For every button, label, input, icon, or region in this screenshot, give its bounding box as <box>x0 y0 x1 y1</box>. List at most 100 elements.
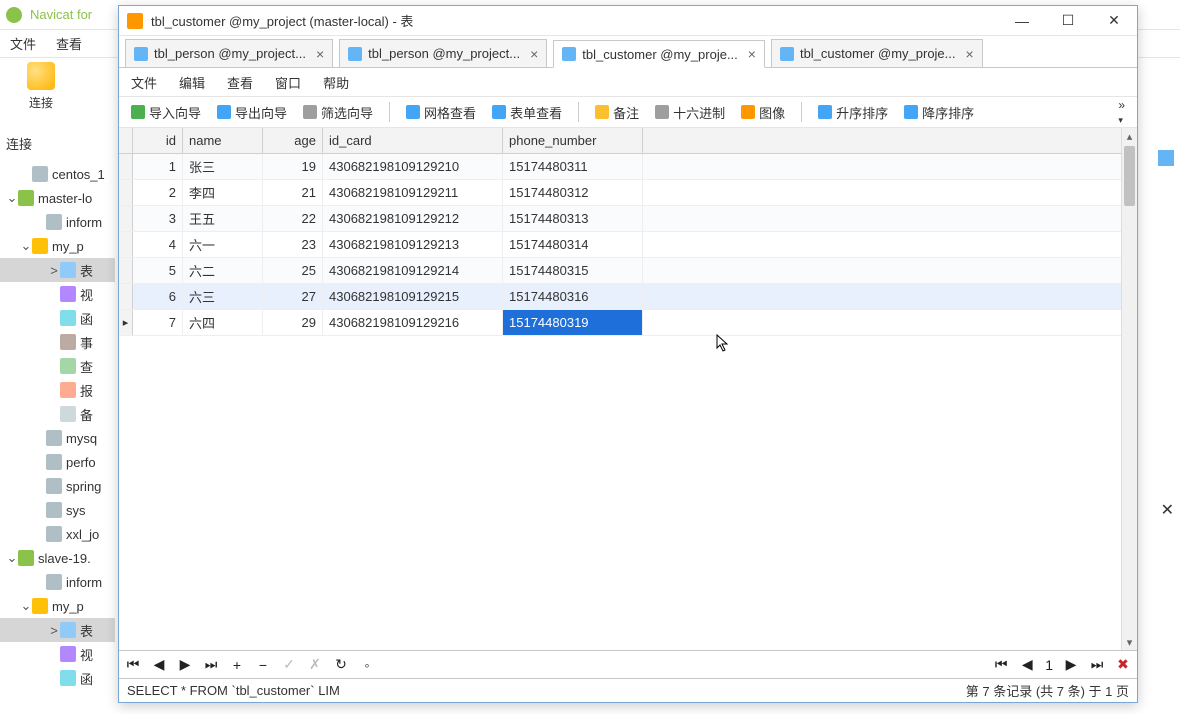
cell-id[interactable]: 5 <box>133 258 183 283</box>
cell-phone[interactable]: 15174480314 <box>503 232 643 257</box>
form-view-button[interactable]: 表单查看 <box>486 101 568 124</box>
expand-icon[interactable]: ⌄ <box>20 238 32 254</box>
tree-item[interactable]: 备 <box>0 402 115 426</box>
scroll-thumb[interactable] <box>1124 146 1135 206</box>
tree-item[interactable]: mysq <box>0 426 115 450</box>
sort-asc-button[interactable]: 升序排序 <box>812 101 894 124</box>
cell-id_card[interactable]: 430682198109129212 <box>323 206 503 231</box>
expand-icon[interactable]: ⌄ <box>20 598 32 614</box>
tab-close-icon[interactable]: × <box>748 46 756 62</box>
vertical-scrollbar[interactable]: ▴ ▾ <box>1121 128 1137 650</box>
scroll-down-icon[interactable]: ▾ <box>1122 634 1137 650</box>
cell-age[interactable]: 29 <box>263 310 323 335</box>
cell-phone[interactable]: 15174480315 <box>503 258 643 283</box>
cell-name[interactable]: 六一 <box>183 232 263 257</box>
nav-commit-button[interactable]: ✓ <box>281 656 297 673</box>
cell-name[interactable]: 六四 <box>183 310 263 335</box>
menu-window[interactable]: 窗口 <box>275 73 301 92</box>
import-wizard-button[interactable]: 导入向导 <box>125 101 207 124</box>
tree-item[interactable]: 视 <box>0 282 115 306</box>
cell-phone[interactable]: 15174480311 <box>503 154 643 179</box>
cell-id[interactable]: 1 <box>133 154 183 179</box>
cell-id[interactable]: 3 <box>133 206 183 231</box>
page-prev-button[interactable]: ◀ <box>1019 656 1035 673</box>
tree-item[interactable]: ⌄my_p <box>0 234 115 258</box>
table-row[interactable]: 5六二2543068219810912921415174480315 <box>119 258 1137 284</box>
row-gutter[interactable] <box>119 154 133 179</box>
cell-id[interactable]: 4 <box>133 232 183 257</box>
row-gutter[interactable] <box>119 232 133 257</box>
nav-add-button[interactable]: + <box>229 657 245 673</box>
menu-file[interactable]: 文件 <box>131 73 157 92</box>
row-gutter[interactable] <box>119 206 133 231</box>
tree-item[interactable]: 事 <box>0 330 115 354</box>
nav-delete-button[interactable]: − <box>255 657 271 673</box>
cell-id_card[interactable]: 430682198109129211 <box>323 180 503 205</box>
minimize-button[interactable]: — <box>999 6 1045 36</box>
tab-close-icon[interactable]: × <box>316 46 324 62</box>
cell-age[interactable]: 23 <box>263 232 323 257</box>
nav-cancel-button[interactable]: ✗ <box>307 656 323 673</box>
tree-item[interactable]: 函 <box>0 666 115 690</box>
cell-phone[interactable]: 15174480313 <box>503 206 643 231</box>
page-next-button[interactable]: ▶ <box>1063 656 1079 673</box>
row-gutter[interactable] <box>119 284 133 309</box>
tree-item[interactable]: 报 <box>0 378 115 402</box>
filter-wizard-button[interactable]: 筛选向导 <box>297 101 379 124</box>
note-button[interactable]: 备注 <box>589 101 645 124</box>
column-header-id[interactable]: id <box>133 128 183 153</box>
expand-icon[interactable]: ⌄ <box>6 190 18 206</box>
document-tab[interactable]: tbl_person @my_project...× <box>339 39 547 67</box>
cell-id[interactable]: 2 <box>133 180 183 205</box>
menu-view[interactable]: 查看 <box>227 73 253 92</box>
table-row[interactable]: 7六四2943068219810912921615174480319 <box>119 310 1137 336</box>
scroll-up-icon[interactable]: ▴ <box>1122 128 1137 144</box>
window-titlebar[interactable]: tbl_customer @my_project (master-local) … <box>119 6 1137 36</box>
menu-help[interactable]: 帮助 <box>323 73 349 92</box>
nav-next-button[interactable]: ▶ <box>177 656 193 673</box>
tab-close-icon[interactable]: × <box>530 46 538 62</box>
maximize-button[interactable]: ☐ <box>1045 6 1091 36</box>
tree-item[interactable]: 查 <box>0 354 115 378</box>
column-header-phone[interactable]: phone_number <box>503 128 643 153</box>
close-button[interactable]: ✕ <box>1091 6 1137 36</box>
tab-close-icon[interactable]: × <box>966 46 974 62</box>
tree-item[interactable]: >表 <box>0 258 115 282</box>
export-wizard-button[interactable]: 导出向导 <box>211 101 293 124</box>
table-row[interactable]: 4六一2343068219810912921315174480314 <box>119 232 1137 258</box>
image-button[interactable]: 图像 <box>735 101 791 124</box>
page-tool-button[interactable]: ✖ <box>1115 656 1131 673</box>
table-row[interactable]: 2李四2143068219810912921115174480312 <box>119 180 1137 206</box>
cell-id_card[interactable]: 430682198109129214 <box>323 258 503 283</box>
nav-refresh-button[interactable]: ↻ <box>333 656 349 673</box>
cell-phone[interactable]: 15174480316 <box>503 284 643 309</box>
sort-desc-button[interactable]: 降序排序 <box>898 101 980 124</box>
cell-name[interactable]: 六三 <box>183 284 263 309</box>
grid-body[interactable]: 1张三19430682198109129210151744803112李四214… <box>119 154 1137 650</box>
cell-age[interactable]: 27 <box>263 284 323 309</box>
outer-menu-view[interactable]: 查看 <box>56 34 82 53</box>
cell-age[interactable]: 19 <box>263 154 323 179</box>
row-gutter[interactable] <box>119 258 133 283</box>
cell-id_card[interactable]: 430682198109129213 <box>323 232 503 257</box>
grid-view-button[interactable]: 网格查看 <box>400 101 482 124</box>
expand-icon[interactable]: > <box>48 623 60 638</box>
cell-id[interactable]: 7 <box>133 310 183 335</box>
nav-stop-button[interactable]: ◦ <box>359 657 375 673</box>
nav-prev-button[interactable]: ◀ <box>151 656 167 673</box>
column-header-age[interactable]: age <box>263 128 323 153</box>
table-row[interactable]: 6六三2743068219810912921515174480316 <box>119 284 1137 310</box>
outer-menu-file[interactable]: 文件 <box>10 34 36 53</box>
cell-id[interactable]: 6 <box>133 284 183 309</box>
connection-icon[interactable] <box>27 62 55 90</box>
table-row[interactable]: 3王五2243068219810912921215174480313 <box>119 206 1137 232</box>
column-header-name[interactable]: name <box>183 128 263 153</box>
tree-item[interactable]: inform <box>0 210 115 234</box>
tree-item[interactable]: ⌄my_p <box>0 594 115 618</box>
cell-phone[interactable]: 15174480319 <box>503 310 643 335</box>
cell-name[interactable]: 六二 <box>183 258 263 283</box>
table-row[interactable]: 1张三1943068219810912921015174480311 <box>119 154 1137 180</box>
expand-icon[interactable]: > <box>48 263 60 278</box>
expand-icon[interactable]: ⌄ <box>6 550 18 566</box>
cell-name[interactable]: 张三 <box>183 154 263 179</box>
